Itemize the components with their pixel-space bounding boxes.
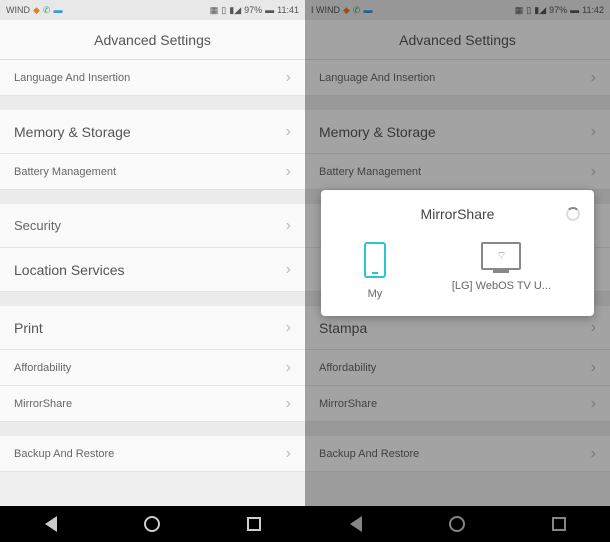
- device-label: [LG] WebOS TV U...: [452, 280, 551, 292]
- chevron-right-icon: ›: [591, 163, 596, 181]
- section-gap: [0, 422, 305, 436]
- notif-icon: ◆: [343, 5, 350, 16]
- chevron-right-icon: ›: [591, 69, 596, 87]
- chevron-right-icon: ›: [286, 395, 291, 413]
- row-location[interactable]: Location Services›: [0, 248, 305, 292]
- chevron-right-icon: ›: [286, 123, 291, 141]
- page-header: Advanced Settings: [0, 20, 305, 60]
- chevron-right-icon: ›: [286, 69, 291, 87]
- chevron-right-icon: ›: [591, 359, 596, 377]
- nav-back-button[interactable]: [345, 513, 367, 535]
- clock: 11:41: [277, 5, 299, 15]
- row-memory[interactable]: Memory & Storage›: [305, 110, 610, 154]
- section-gap: [0, 292, 305, 306]
- wifi-icon: ⌔: [496, 249, 506, 263]
- clock: 11:42: [582, 5, 604, 15]
- chevron-right-icon: ›: [286, 163, 291, 181]
- device-label: My: [368, 288, 383, 300]
- chevron-right-icon: ›: [591, 319, 596, 337]
- vibrate-icon: ▯: [221, 5, 226, 16]
- nav-bar: [0, 506, 305, 542]
- carrier-label: I WIND: [311, 5, 340, 15]
- notif-icon: ◆: [33, 5, 40, 16]
- nav-recent-button[interactable]: [243, 513, 265, 535]
- battery-icon: ▬: [570, 5, 579, 15]
- page-title: Advanced Settings: [94, 32, 211, 48]
- nav-back-button[interactable]: [40, 513, 62, 535]
- tv-icon: ⌔: [481, 242, 521, 270]
- page-header: Advanced Settings: [305, 20, 610, 60]
- chevron-right-icon: ›: [591, 123, 596, 141]
- page-title: Advanced Settings: [399, 32, 516, 48]
- nav-home-button[interactable]: [141, 513, 163, 535]
- row-mirrorshare[interactable]: MirrorShare›: [305, 386, 610, 422]
- cloud-icon: ▬: [363, 5, 372, 15]
- row-affordability[interactable]: Affordability›: [0, 350, 305, 386]
- status-bar: WIND ◆ ✆ ▬ ▦ ▯ ▮◢ 97% ▬ 11:41: [0, 0, 305, 20]
- chevron-right-icon: ›: [591, 445, 596, 463]
- nav-bar: [305, 506, 610, 542]
- row-print[interactable]: Print›: [0, 306, 305, 350]
- section-gap: [305, 422, 610, 436]
- row-mirrorshare[interactable]: MirrorShare›: [0, 386, 305, 422]
- signal-icon: ▮◢: [534, 5, 546, 16]
- back-icon: [350, 516, 362, 532]
- chevron-right-icon: ›: [286, 445, 291, 463]
- nfc-icon: ▦: [515, 5, 524, 16]
- whatsapp-icon: ✆: [353, 5, 361, 16]
- section-gap: [0, 190, 305, 204]
- recent-icon: [552, 517, 566, 531]
- mirrorshare-dialog: MirrorShare My ⌔ [LG] WebOS TV U...: [321, 190, 594, 316]
- settings-list: Language And Insertion› Memory & Storage…: [0, 60, 305, 506]
- home-icon: [449, 516, 465, 532]
- device-lg-tv[interactable]: ⌔ [LG] WebOS TV U...: [452, 242, 551, 300]
- row-language[interactable]: Language And Insertion›: [305, 60, 610, 96]
- dialog-title: MirrorShare: [421, 206, 495, 222]
- row-battery[interactable]: Battery Management›: [305, 154, 610, 190]
- battery-pct: 97%: [244, 5, 262, 15]
- recent-icon: [247, 517, 261, 531]
- back-icon: [45, 516, 57, 532]
- battery-icon: ▬: [265, 5, 274, 15]
- nav-home-button[interactable]: [446, 513, 468, 535]
- section-gap: [305, 96, 610, 110]
- screen-right: I WIND ◆ ✆ ▬ ▦ ▯ ▮◢ 97% ▬ 11:42 Advanced…: [305, 0, 610, 542]
- row-backup[interactable]: Backup And Restore›: [305, 436, 610, 472]
- device-my-phone[interactable]: My: [364, 242, 386, 300]
- row-battery[interactable]: Battery Management›: [0, 154, 305, 190]
- nfc-icon: ▦: [210, 5, 219, 16]
- carrier-label: WIND: [6, 5, 30, 15]
- chevron-right-icon: ›: [286, 319, 291, 337]
- row-security[interactable]: Security›: [0, 204, 305, 248]
- whatsapp-icon: ✆: [43, 5, 51, 16]
- row-language[interactable]: Language And Insertion›: [0, 60, 305, 96]
- nav-recent-button[interactable]: [548, 513, 570, 535]
- vibrate-icon: ▯: [526, 5, 531, 16]
- chevron-right-icon: ›: [591, 395, 596, 413]
- row-memory[interactable]: Memory & Storage›: [0, 110, 305, 154]
- cloud-icon: ▬: [53, 5, 62, 15]
- status-bar: I WIND ◆ ✆ ▬ ▦ ▯ ▮◢ 97% ▬ 11:42: [305, 0, 610, 20]
- phone-icon: [364, 242, 386, 278]
- screen-left: WIND ◆ ✆ ▬ ▦ ▯ ▮◢ 97% ▬ 11:41 Advanced S…: [0, 0, 305, 542]
- signal-icon: ▮◢: [229, 5, 241, 16]
- loading-spinner-icon: [566, 207, 580, 221]
- row-backup[interactable]: Backup And Restore›: [0, 436, 305, 472]
- row-affordability[interactable]: Affordability›: [305, 350, 610, 386]
- chevron-right-icon: ›: [286, 217, 291, 235]
- battery-pct: 97%: [549, 5, 567, 15]
- chevron-right-icon: ›: [286, 261, 291, 279]
- section-gap: [0, 96, 305, 110]
- chevron-right-icon: ›: [286, 359, 291, 377]
- home-icon: [144, 516, 160, 532]
